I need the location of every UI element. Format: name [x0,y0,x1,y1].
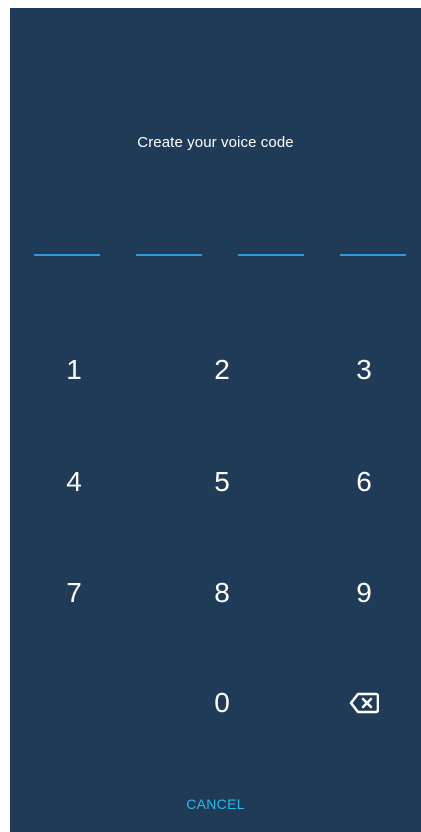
key-3[interactable]: 3 [309,330,419,410]
key-4[interactable]: 4 [19,442,129,522]
key-1[interactable]: 1 [19,330,129,410]
key-0[interactable]: 0 [167,663,277,743]
key-7[interactable]: 7 [19,553,129,633]
key-9[interactable]: 9 [309,553,419,633]
cancel-button[interactable]: CANCEL [176,790,255,818]
key-6[interactable]: 6 [309,442,419,522]
backspace-icon [349,692,379,714]
backspace-button[interactable] [309,663,419,743]
key-8[interactable]: 8 [167,553,277,633]
voice-code-screen: Create your voice code 1 2 3 4 5 6 7 8 9… [10,8,421,832]
keypad: 1 2 3 4 5 6 7 8 9 0 [10,8,421,832]
key-2[interactable]: 2 [167,330,277,410]
key-5[interactable]: 5 [167,442,277,522]
